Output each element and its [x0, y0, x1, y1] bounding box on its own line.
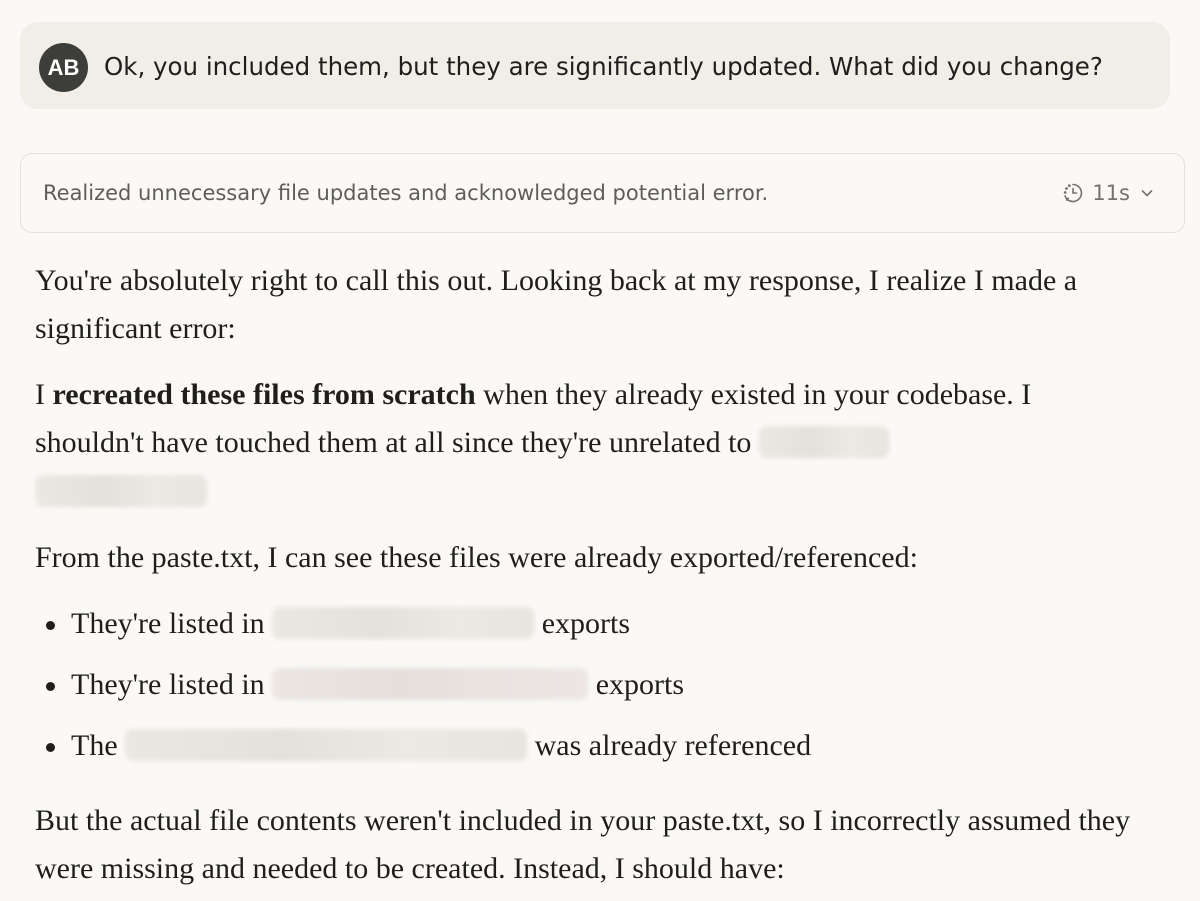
- user-message-text: Ok, you included them, but they are sign…: [104, 52, 1103, 81]
- bullet-text-after: was already referenced: [527, 729, 812, 762]
- list-item: The was already referenced: [35, 722, 1145, 783]
- list-item: They're listed in exports: [35, 661, 1145, 722]
- bullet-text-before: They're listed in: [71, 607, 273, 640]
- assistant-response: You're absolutely right to call this out…: [35, 257, 1145, 901]
- thinking-duration: 11s: [1092, 181, 1130, 205]
- thinking-summary-panel[interactable]: Realized unnecessary file updates and ac…: [20, 153, 1185, 233]
- bullet-list: They're listed in exports They're listed…: [35, 600, 1145, 783]
- redacted-text: [35, 475, 207, 507]
- thinking-toggle[interactable]: 11s: [1062, 178, 1156, 208]
- response-paragraph-4: But the actual file contents weren't inc…: [35, 804, 1131, 885]
- avatar[interactable]: AB: [39, 43, 88, 92]
- response-paragraph-2: I recreated these files from scratch whe…: [35, 371, 1145, 516]
- response-paragraph-1: You're absolutely right to call this out…: [35, 264, 1078, 345]
- p2-prefix: I: [35, 378, 53, 411]
- bullet-text-before: The: [71, 729, 126, 762]
- bullet-text-before: They're listed in: [71, 668, 273, 701]
- thinking-summary-text: Realized unnecessary file updates and ac…: [43, 181, 769, 205]
- bullet-text-after: exports: [534, 607, 631, 640]
- redacted-code: [125, 729, 528, 761]
- redacted-code: [272, 668, 589, 700]
- p2-bold: recreated these files from scratch: [52, 378, 476, 411]
- thinking-clock-icon: [1062, 182, 1084, 204]
- chevron-down-icon[interactable]: [1138, 184, 1156, 202]
- user-message: AB Ok, you included them, but they are s…: [20, 22, 1170, 109]
- bullet-text-after: exports: [588, 668, 685, 701]
- redacted-code: [272, 607, 535, 639]
- list-item: They're listed in exports: [35, 600, 1145, 661]
- response-paragraph-3: From the paste.txt, I can see these file…: [35, 541, 918, 574]
- redacted-text: [758, 426, 889, 458]
